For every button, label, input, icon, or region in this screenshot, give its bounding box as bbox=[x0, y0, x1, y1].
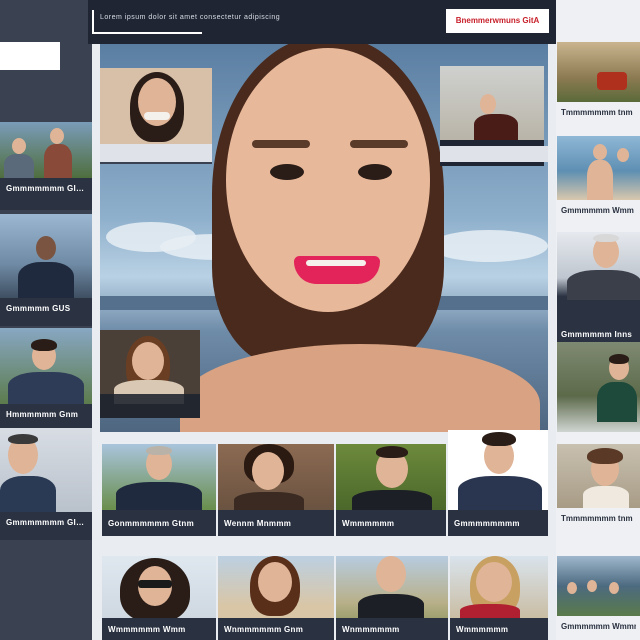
thumbnail-image bbox=[557, 42, 640, 102]
grid-tile[interactable]: Wnmmmmmm Gnm bbox=[218, 556, 334, 640]
card-caption: Gmmmmmmm GIOA bbox=[6, 184, 86, 193]
right-card[interactable] bbox=[557, 342, 640, 432]
card-caption: Gmmmmmmm GIOA bbox=[6, 518, 86, 527]
left-card[interactable]: Gmmmmmmm GIOA bbox=[0, 428, 92, 540]
grid-tile[interactable]: Wmmmmmm bbox=[450, 556, 548, 640]
thumbnail-image bbox=[557, 232, 640, 324]
grid-tile[interactable]: Gonmmmmmm Gtnm bbox=[102, 444, 216, 536]
hero-inset[interactable] bbox=[100, 330, 200, 418]
grid-tile[interactable]: Gmmmmmmmm bbox=[448, 430, 548, 536]
left-card[interactable]: Hmmmmmm Gnm bbox=[0, 328, 92, 432]
tile-caption: Wmmmmmm bbox=[456, 625, 509, 634]
right-card[interactable]: Gmmmmmm Wmmm bbox=[557, 556, 640, 640]
tile-caption: Gmmmmmmmm bbox=[454, 519, 520, 528]
card-caption: Gmmmmm GUS bbox=[6, 304, 71, 313]
top-bar: Lorem ipsum dolor sit amet consectetur a… bbox=[88, 0, 560, 44]
tile-caption: Gonmmmmmm Gtnm bbox=[108, 519, 194, 528]
card-caption: Gmmmmmm Inns bbox=[561, 330, 633, 339]
grid-tile[interactable]: Wennm Mnmmm bbox=[218, 444, 334, 536]
tile-caption: Wnmmmmmm Gnm bbox=[224, 625, 304, 634]
tile-caption: Wmmmmmm bbox=[342, 519, 395, 528]
card-caption: Tmmmmmmm tnm bbox=[561, 108, 633, 117]
thumbnail-image bbox=[0, 214, 92, 298]
tile-caption: Wmmmmmm Wmm bbox=[108, 625, 186, 634]
tile-caption: Wennm Mnmmm bbox=[224, 519, 292, 528]
thumbnail-image bbox=[557, 136, 640, 200]
card-caption: Gmmmmmm Wmm bbox=[561, 206, 634, 215]
hero-image[interactable] bbox=[100, 44, 548, 432]
left-card[interactable]: Gmmmmm GUS bbox=[0, 214, 92, 326]
right-card[interactable]: Tmmmmmmm tnm bbox=[557, 444, 640, 530]
left-card[interactable]: Gmmmmmmm GIOA bbox=[0, 122, 92, 210]
thumbnail-image bbox=[0, 328, 92, 404]
thumbnail-image bbox=[557, 444, 640, 508]
thumbnail-image bbox=[0, 122, 92, 178]
right-card[interactable]: Gmmmmmm Wmm bbox=[557, 136, 640, 222]
grid-tile[interactable]: Wmmmmmm Wmm bbox=[102, 556, 216, 640]
thumbnail-image bbox=[0, 428, 92, 512]
right-card[interactable]: Gmmmmmm Inns bbox=[557, 232, 640, 346]
grid-tile[interactable]: Wnmmmmmm bbox=[336, 556, 448, 640]
page-title: Lorem ipsum dolor sit amet consectetur a… bbox=[100, 14, 281, 21]
card-caption: Tmmmmmmm tnm bbox=[561, 514, 633, 523]
cta-button[interactable]: Bnemmerwmuns GitA bbox=[446, 9, 549, 33]
search-input[interactable] bbox=[0, 42, 60, 70]
tile-caption: Wnmmmmmm bbox=[342, 625, 400, 634]
grid-tile[interactable]: Wmmmmmm bbox=[336, 444, 446, 536]
thumbnail-image bbox=[557, 342, 640, 432]
right-card[interactable]: Tmmmmmmm tnm bbox=[557, 42, 640, 124]
card-caption: Hmmmmmm Gnm bbox=[6, 410, 79, 419]
card-caption: Gmmmmmm Wmmm bbox=[561, 622, 636, 631]
thumbnail-image bbox=[557, 556, 640, 616]
